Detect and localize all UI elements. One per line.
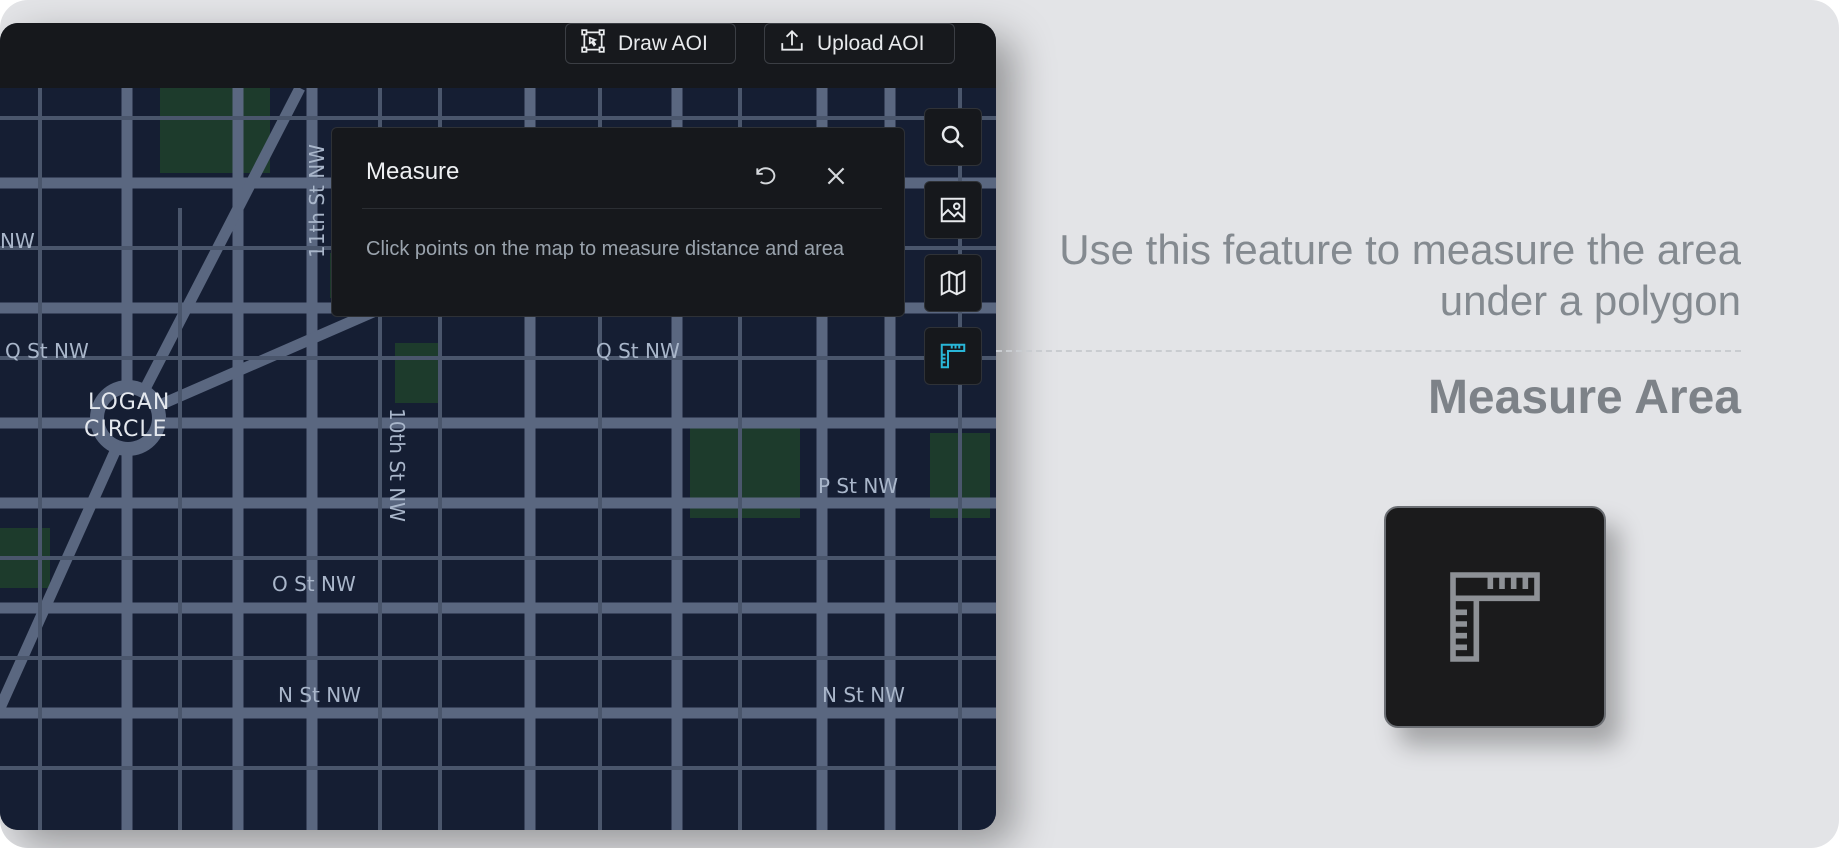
draw-aoi-icon <box>580 28 606 60</box>
ruler-icon <box>940 343 966 369</box>
map-label-q-st-2: Q St NW <box>596 339 680 363</box>
map-label-q-st: Q St NW <box>5 339 89 363</box>
ruler-icon <box>1450 572 1540 662</box>
map-label-o-st: O St NW <box>272 572 356 596</box>
basemap-tool-button[interactable] <box>924 254 982 312</box>
map-label-nw: NW <box>0 229 35 253</box>
map-app-window: Draw AOI Upload AOI Q St NW Q St NW P St… <box>0 23 996 830</box>
promo-canvas: Draw AOI Upload AOI Q St NW Q St NW P St… <box>0 0 1839 848</box>
feature-title: Measure Area <box>1427 371 1741 424</box>
upload-aoi-button[interactable]: Upload AOI <box>764 23 955 64</box>
map-label-n-st-2: N St NW <box>822 683 905 707</box>
draw-aoi-button[interactable]: Draw AOI <box>565 23 736 64</box>
close-icon <box>827 167 845 185</box>
map-label-logan: LOGAN <box>88 390 170 415</box>
undo-button[interactable] <box>750 160 782 192</box>
map-label-10th-st: 10th St NW <box>385 408 409 522</box>
upload-aoi-label: Upload AOI <box>817 31 925 55</box>
draw-aoi-label: Draw AOI <box>618 31 708 55</box>
map-label-11th-st: 11th St NW <box>305 144 329 258</box>
map-label-p-st: P St NW <box>818 474 898 498</box>
imagery-tool-button[interactable] <box>924 181 982 239</box>
map-icon <box>940 270 966 296</box>
measure-tool-button[interactable] <box>924 327 982 385</box>
dashed-divider <box>996 350 1741 352</box>
map-label-circle: CIRCLE <box>84 417 168 442</box>
feature-icon-tile <box>1384 506 1606 728</box>
measure-panel-title: Measure <box>366 158 460 185</box>
close-button[interactable] <box>820 160 852 192</box>
top-toolbar: Draw AOI Upload AOI <box>0 23 996 88</box>
feature-caption: Use this feature to measure the area und… <box>1059 226 1741 324</box>
search-tool-button[interactable] <box>924 108 982 166</box>
map-label-n-st: N St NW <box>278 683 361 707</box>
measure-panel: Measure Click points on the map to measu… <box>331 127 905 317</box>
undo-icon <box>756 167 776 185</box>
search-icon <box>941 125 964 148</box>
image-icon <box>940 197 966 223</box>
panel-divider <box>362 208 882 209</box>
upload-icon <box>779 28 805 60</box>
measure-panel-description: Click points on the map to measure dista… <box>366 238 845 260</box>
